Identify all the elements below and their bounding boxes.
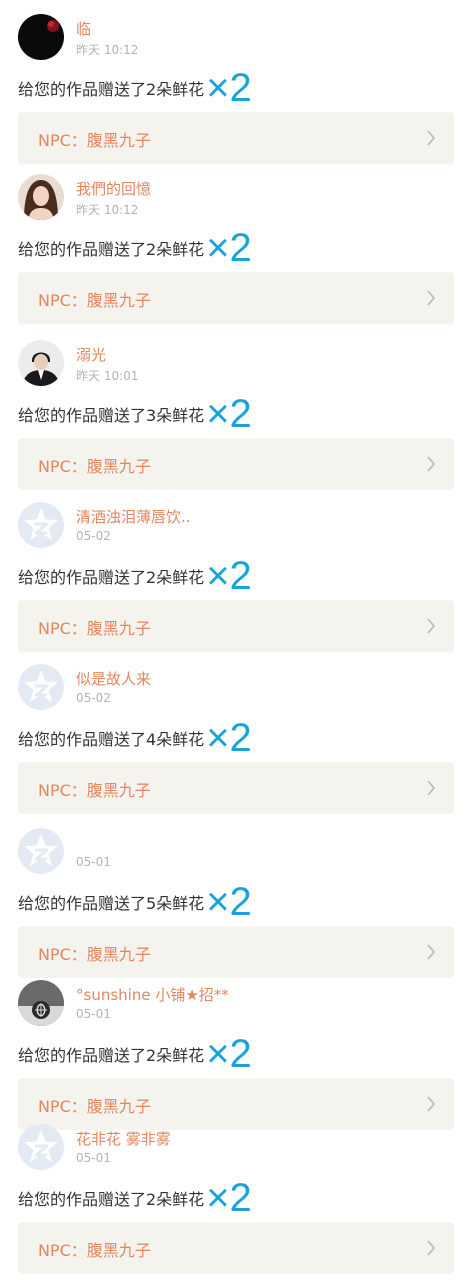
npc-link-card[interactable]: NPC：腹黑九子 xyxy=(18,438,454,490)
username[interactable]: 清酒浊泪薄唇饮.. xyxy=(76,506,191,527)
gift-message-text: 给您的作品赠送了2朵鲜花 xyxy=(18,568,205,587)
gift-message-text: 给您的作品赠送了2朵鲜花 xyxy=(18,80,205,99)
notification-item: 似是故人来 05-02 给您的作品赠送了4朵鲜花 ×2 NPC：腹黑九子 xyxy=(0,650,472,818)
npc-label: NPC：腹黑九子 xyxy=(38,131,151,150)
user-avatar[interactable] xyxy=(18,828,64,874)
username[interactable]: 临 xyxy=(76,18,91,39)
npc-label: NPC：腹黑九子 xyxy=(38,457,151,476)
timestamp: 05-02 xyxy=(76,691,111,705)
multiplier-badge: ×2 xyxy=(206,66,252,110)
npc-label: NPC：腹黑九子 xyxy=(38,781,151,800)
chevron-right-icon xyxy=(427,130,436,146)
default-star-avatar-icon xyxy=(18,828,64,874)
multiplier-badge: ×2 xyxy=(206,1176,252,1220)
username[interactable]: °sunshine 小铺★招** xyxy=(76,984,229,1005)
timestamp: 昨天 10:12 xyxy=(76,43,139,57)
npc-label: NPC：腹黑九子 xyxy=(38,1241,151,1260)
gift-message: 给您的作品赠送了2朵鲜花 ×2 xyxy=(18,226,252,270)
notification-item: 清酒浊泪薄唇饮.. 05-02 给您的作品赠送了2朵鲜花 ×2 NPC：腹黑九子 xyxy=(0,488,472,656)
gift-message-text: 给您的作品赠送了2朵鲜花 xyxy=(18,1190,205,1209)
gift-message: 给您的作品赠送了4朵鲜花 ×2 xyxy=(18,716,252,760)
user-avatar[interactable] xyxy=(18,664,64,710)
chevron-right-icon xyxy=(427,780,436,796)
gift-message-text: 给您的作品赠送了2朵鲜花 xyxy=(18,1046,205,1065)
gift-message: 给您的作品赠送了2朵鲜花 ×2 xyxy=(18,1032,252,1076)
gift-message: 给您的作品赠送了3朵鲜花 ×2 xyxy=(18,392,252,436)
npc-link-card[interactable]: NPC：腹黑九子 xyxy=(18,600,454,652)
timestamp: 昨天 10:01 xyxy=(76,369,139,383)
chevron-right-icon xyxy=(427,944,436,960)
npc-label: NPC：腹黑九子 xyxy=(38,291,151,310)
npc-link-card[interactable]: NPC：腹黑九子 xyxy=(18,272,454,324)
multiplier-badge: ×2 xyxy=(206,880,252,924)
notification-item: 溺光 昨天 10:01 给您的作品赠送了3朵鲜花 ×2 NPC：腹黑九子 xyxy=(0,326,472,494)
chevron-right-icon xyxy=(427,618,436,634)
notification-item: °sunshine 小铺★招** 05-01 给您的作品赠送了2朵鲜花 ×2 N… xyxy=(0,966,472,1134)
npc-link-card[interactable]: NPC：腹黑九子 xyxy=(18,1222,454,1274)
gift-message: 给您的作品赠送了2朵鲜花 ×2 xyxy=(18,66,252,110)
gift-message: 给您的作品赠送了2朵鲜花 ×2 xyxy=(18,1176,252,1220)
multiplier-badge: ×2 xyxy=(206,226,252,270)
username[interactable]: 花非花 雾非雾 xyxy=(76,1128,171,1149)
user-avatar[interactable] xyxy=(18,980,64,1026)
woman-portrait-avatar-icon xyxy=(18,174,64,220)
user-avatar[interactable] xyxy=(18,502,64,548)
notification-item: 我們的回憶 昨天 10:12 给您的作品赠送了2朵鲜花 ×2 NPC：腹黑九子 xyxy=(0,160,472,328)
multiplier-badge: ×2 xyxy=(206,1032,252,1076)
photo-swirl-avatar-icon xyxy=(18,980,64,1026)
multiplier-badge: ×2 xyxy=(206,392,252,436)
timestamp: 05-02 xyxy=(76,529,111,543)
timestamp: 05-01 xyxy=(76,855,111,869)
notification-item: 05-01 给您的作品赠送了5朵鲜花 ×2 NPC：腹黑九子 xyxy=(0,814,472,982)
timestamp: 05-01 xyxy=(76,1007,111,1021)
man-portrait-avatar-icon xyxy=(18,340,64,386)
gift-message-text: 给您的作品赠送了3朵鲜花 xyxy=(18,406,205,425)
user-avatar[interactable] xyxy=(18,340,64,386)
default-star-avatar-icon xyxy=(18,664,64,710)
gift-notification-feed: 临 昨天 10:12 给您的作品赠送了2朵鲜花 ×2 NPC：腹黑九子 我們的回… xyxy=(0,0,472,1280)
gift-message-text: 给您的作品赠送了2朵鲜花 xyxy=(18,240,205,259)
dark-red-avatar-icon xyxy=(18,14,64,60)
chevron-right-icon xyxy=(427,290,436,306)
username[interactable]: 似是故人来 xyxy=(76,668,151,689)
notification-item: 临 昨天 10:12 给您的作品赠送了2朵鲜花 ×2 NPC：腹黑九子 xyxy=(0,0,472,168)
user-avatar[interactable] xyxy=(18,174,64,220)
gift-message: 给您的作品赠送了2朵鲜花 ×2 xyxy=(18,554,252,598)
username[interactable]: 溺光 xyxy=(76,344,106,365)
notification-item: 花非花 雾非雾 05-01 给您的作品赠送了2朵鲜花 ×2 NPC：腹黑九子 xyxy=(0,1110,472,1278)
chevron-right-icon xyxy=(427,1240,436,1256)
username[interactable]: 我們的回憶 xyxy=(76,178,151,199)
npc-label: NPC：腹黑九子 xyxy=(38,945,151,964)
user-avatar[interactable] xyxy=(18,14,64,60)
chevron-right-icon xyxy=(427,456,436,472)
gift-message: 给您的作品赠送了5朵鲜花 ×2 xyxy=(18,880,252,924)
multiplier-badge: ×2 xyxy=(206,716,252,760)
npc-link-card[interactable]: NPC：腹黑九子 xyxy=(18,762,454,814)
timestamp: 05-01 xyxy=(76,1151,111,1165)
default-star-avatar-icon xyxy=(18,502,64,548)
multiplier-badge: ×2 xyxy=(206,554,252,598)
npc-link-card[interactable]: NPC：腹黑九子 xyxy=(18,112,454,164)
npc-label: NPC：腹黑九子 xyxy=(38,619,151,638)
default-star-avatar-icon xyxy=(18,1124,64,1170)
timestamp: 昨天 10:12 xyxy=(76,203,139,217)
user-avatar[interactable] xyxy=(18,1124,64,1170)
gift-message-text: 给您的作品赠送了4朵鲜花 xyxy=(18,730,205,749)
gift-message-text: 给您的作品赠送了5朵鲜花 xyxy=(18,894,205,913)
